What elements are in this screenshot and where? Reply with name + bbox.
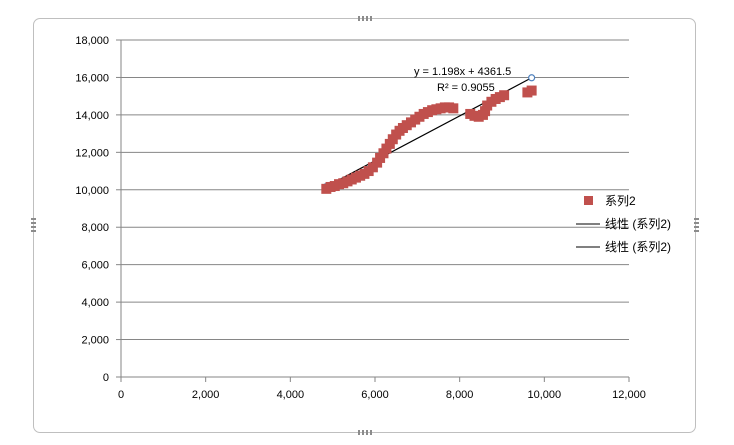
y-tick-label-8: 16,000 bbox=[75, 72, 109, 84]
axes bbox=[116, 39, 630, 382]
tick-labels: 0 2,000 4,000 6,000 8,000 10,000 12,000 14,000 1… bbox=[75, 35, 645, 401]
y-tick-label-6: 12,000 bbox=[75, 147, 109, 159]
legend-marker-series2 bbox=[584, 196, 593, 205]
x-tick-label-6: 12,000 bbox=[612, 389, 646, 401]
scatter-chart: 0 2,000 4,000 6,000 8,000 10,000 12,000 14,000 1… bbox=[75, 35, 671, 401]
legend-label-trend-1: 线性 (系列2) bbox=[605, 217, 671, 231]
legend-label-series2: 系列2 bbox=[605, 194, 636, 208]
x-tick-label-4: 8,000 bbox=[446, 389, 474, 401]
y-tick-label-7: 14,000 bbox=[75, 110, 109, 122]
legend: 系列2 线性 (系列2) 线性 (系列2) bbox=[576, 194, 671, 254]
y-tick-label-4: 8,000 bbox=[81, 222, 109, 234]
data-points bbox=[321, 85, 537, 194]
y-tick-label-0: 0 bbox=[103, 372, 109, 384]
trendline-equation: y = 1.198x + 4361.5 R² = 0.9055 bbox=[414, 66, 511, 94]
y-tick-label-5: 10,000 bbox=[75, 185, 109, 197]
x-tick-label-5: 10,000 bbox=[528, 389, 562, 401]
trend-equation-label: y = 1.198x + 4361.5 bbox=[414, 66, 511, 78]
x-tick-label-1: 2,000 bbox=[192, 389, 220, 401]
legend-label-trend-2: 线性 (系列2) bbox=[605, 240, 671, 254]
y-tick-label-2: 4,000 bbox=[81, 297, 109, 309]
data-point-0-32[interactable] bbox=[448, 103, 459, 114]
gridlines bbox=[121, 39, 629, 341]
x-tick-label-0: 0 bbox=[118, 389, 124, 401]
y-tick-label-1: 2,000 bbox=[81, 335, 109, 347]
trend-r-squared-label: R² = 0.9055 bbox=[437, 82, 495, 94]
trendline-handle-1[interactable] bbox=[528, 74, 536, 82]
data-point-0-42[interactable] bbox=[499, 90, 510, 101]
y-tick-label-9: 18,000 bbox=[75, 35, 109, 47]
x-tick-label-3: 6,000 bbox=[361, 389, 389, 401]
y-tick-label-3: 6,000 bbox=[81, 260, 109, 272]
data-point-0-44[interactable] bbox=[526, 85, 537, 96]
x-tick-label-2: 4,000 bbox=[277, 389, 305, 401]
